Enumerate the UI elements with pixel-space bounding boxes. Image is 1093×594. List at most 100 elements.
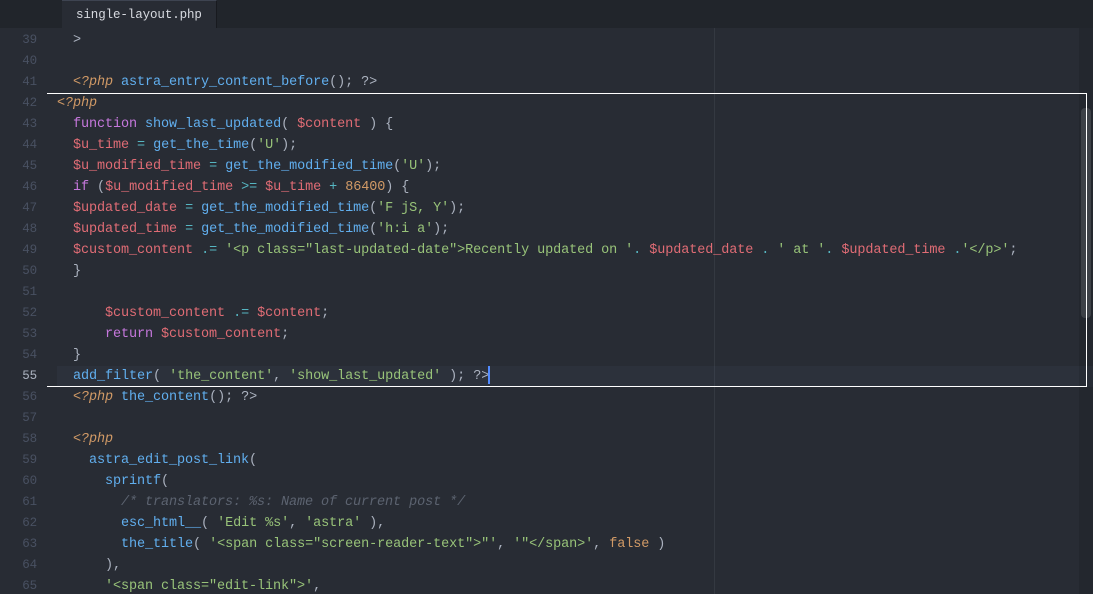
file-tab[interactable]: single-layout.php	[62, 0, 217, 28]
tok: 86400	[345, 180, 385, 195]
line-number: 45	[0, 156, 47, 177]
code-area[interactable]: > <?php astra_entry_content_before(); ?>…	[47, 28, 1093, 594]
vertical-scrollbar[interactable]	[1079, 28, 1093, 594]
code-line[interactable]	[57, 408, 1093, 429]
tok: esc_html__	[121, 516, 201, 531]
code-line[interactable]: the_title( '<span class="screen-reader-t…	[57, 534, 1093, 555]
code-line[interactable]: }	[57, 345, 1093, 366]
code-line[interactable]: if ($u_modified_time >= $u_time + 86400)…	[57, 177, 1093, 198]
tok: ();	[329, 75, 353, 90]
tok: +	[329, 180, 337, 195]
tok: <?php	[57, 96, 97, 111]
code-line[interactable]: sprintf(	[57, 471, 1093, 492]
tok: /* translators: %s: Name of current post…	[121, 495, 465, 510]
tok: <?php	[73, 390, 113, 405]
code-line[interactable]: $custom_content .= '<p class="last-updat…	[57, 240, 1093, 261]
code-line[interactable]	[57, 51, 1093, 72]
scrollbar-thumb[interactable]	[1081, 108, 1091, 318]
tok: (	[249, 453, 257, 468]
tok: get_the_modified_time	[201, 222, 369, 237]
tok: if	[73, 180, 89, 195]
code-line[interactable]	[57, 282, 1093, 303]
tok: '</p>'	[961, 243, 1009, 258]
tok: ,	[313, 579, 321, 594]
tok: <?php	[73, 432, 113, 447]
tok: (	[153, 369, 161, 384]
tok: $content	[297, 117, 361, 132]
tok: >=	[241, 180, 257, 195]
line-number: 42	[0, 93, 47, 114]
tok: {	[401, 180, 409, 195]
tok: ?>	[361, 75, 377, 90]
tok: =	[137, 138, 145, 153]
tok: the_content	[121, 390, 209, 405]
code-line[interactable]: <?php	[57, 429, 1093, 450]
tok: =	[209, 159, 217, 174]
tok: )	[369, 117, 377, 132]
code-line[interactable]: '<span class="edit-link">',	[57, 576, 1093, 594]
code-line[interactable]: $custom_content .= $content;	[57, 303, 1093, 324]
tok: (	[393, 159, 401, 174]
tok: astra_entry_content_before	[121, 75, 329, 90]
code-line[interactable]: $updated_time = get_the_modified_time('h…	[57, 219, 1093, 240]
tok: get_the_modified_time	[225, 159, 393, 174]
tok: )	[385, 180, 393, 195]
line-number-current: 55	[0, 366, 47, 387]
line-number: 65	[0, 576, 47, 594]
tok: $custom_content	[161, 327, 281, 342]
code-line[interactable]: >	[57, 30, 1093, 51]
tok: );	[281, 138, 297, 153]
tok: $updated_time	[73, 222, 177, 237]
code-line[interactable]: }	[57, 261, 1093, 282]
tok: show_last_updated	[145, 117, 281, 132]
tok: sprintf	[105, 474, 161, 489]
code-line[interactable]: astra_edit_post_link(	[57, 450, 1093, 471]
code-line[interactable]: $u_time = get_the_time('U');	[57, 135, 1093, 156]
tok: 'show_last_updated'	[289, 369, 441, 384]
code-line[interactable]: <?php	[57, 93, 1093, 114]
tok: '<span class="edit-link">'	[105, 579, 313, 594]
tok: add_filter	[73, 369, 153, 384]
code-line[interactable]: /* translators: %s: Name of current post…	[57, 492, 1093, 513]
tok: {	[385, 117, 393, 132]
tok: 'U'	[257, 138, 281, 153]
code-line-current[interactable]: add_filter( 'the_content', 'show_last_up…	[57, 366, 1093, 387]
tabbar-spacer	[0, 0, 62, 28]
tok: get_the_time	[153, 138, 249, 153]
tok: ?>	[473, 369, 489, 384]
line-number: 59	[0, 450, 47, 471]
line-number: 43	[0, 114, 47, 135]
tok: the_title	[121, 537, 193, 552]
code-line[interactable]: $u_modified_time = get_the_modified_time…	[57, 156, 1093, 177]
tok: .=	[201, 243, 217, 258]
tok: ,	[497, 537, 505, 552]
tok: $custom_content	[105, 306, 225, 321]
tok: '<span class="screen-reader-text">"'	[209, 537, 497, 552]
tok: ),	[105, 558, 121, 573]
tok: get_the_modified_time	[201, 201, 369, 216]
tok: ),	[369, 516, 385, 531]
code-line[interactable]: <?php the_content(); ?>	[57, 387, 1093, 408]
editor[interactable]: 39 40 41 42 43 44 45 46 47 48 49 50 51 5…	[0, 28, 1093, 594]
line-number: 52	[0, 303, 47, 324]
tok: 'F jS, Y'	[377, 201, 449, 216]
tok: 'U'	[401, 159, 425, 174]
line-number: 46	[0, 177, 47, 198]
code-line[interactable]: return $custom_content;	[57, 324, 1093, 345]
code-line[interactable]: <?php astra_entry_content_before(); ?>	[57, 72, 1093, 93]
code-line[interactable]: function show_last_updated( $content ) {	[57, 114, 1093, 135]
tok: 'astra'	[305, 516, 361, 531]
tok: (	[369, 201, 377, 216]
code-line[interactable]: $updated_date = get_the_modified_time('F…	[57, 198, 1093, 219]
tok: 'h:i a'	[377, 222, 433, 237]
code-line[interactable]: esc_html__( 'Edit %s', 'astra' ),	[57, 513, 1093, 534]
code-line[interactable]: ),	[57, 555, 1093, 576]
tok: $u_modified_time	[105, 180, 233, 195]
tok: );	[425, 159, 441, 174]
line-number: 44	[0, 135, 47, 156]
line-number: 53	[0, 324, 47, 345]
tok: (	[161, 474, 169, 489]
line-number: 62	[0, 513, 47, 534]
line-number: 50	[0, 261, 47, 282]
tok: $updated_date	[649, 243, 753, 258]
